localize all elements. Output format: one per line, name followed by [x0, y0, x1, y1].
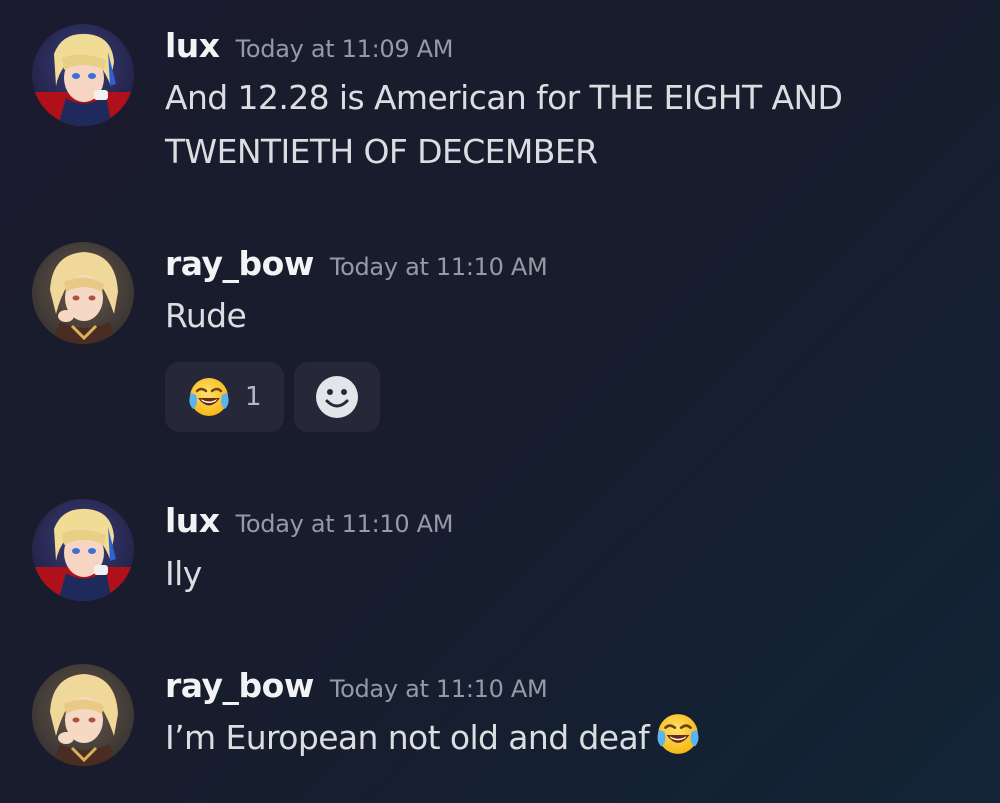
reaction-joy[interactable]: 1 [165, 362, 284, 432]
username[interactable]: lux [165, 26, 220, 65]
message-header: lux Today at 11:09 AM [165, 26, 454, 65]
message-content: Ily [165, 547, 985, 601]
avatar-ray-bow-image [32, 242, 134, 344]
timestamp[interactable]: Today at 11:10 AM [330, 675, 548, 703]
reaction-count: 1 [245, 382, 262, 412]
message-text-line: I’m European not old and deaf [165, 711, 985, 773]
username[interactable]: ray_bow [165, 244, 314, 283]
avatar-ray-bow[interactable] [32, 242, 134, 344]
add-reaction-button[interactable] [293, 362, 380, 432]
timestamp[interactable]: Today at 11:09 AM [236, 35, 454, 63]
message-header: lux Today at 11:10 AM [165, 501, 454, 540]
message-header: ray_bow Today at 11:10 AM [165, 244, 548, 283]
joy-emoji-icon [189, 378, 229, 416]
timestamp[interactable]: Today at 11:10 AM [236, 510, 454, 538]
add-reaction-smiley-icon [315, 376, 358, 418]
message-text: Rude [165, 296, 247, 335]
message-header: ray_bow Today at 11:10 AM [165, 666, 548, 705]
avatar-lux-image [32, 499, 134, 601]
avatar-lux[interactable] [32, 24, 134, 126]
joy-emoji-icon [653, 711, 703, 773]
username[interactable]: ray_bow [165, 666, 314, 705]
reaction-bar: 1 [165, 362, 380, 432]
avatar-lux-image [32, 24, 134, 126]
message-text-line: TWENTIETH OF DECEMBER [165, 132, 598, 171]
username[interactable]: lux [165, 501, 220, 540]
timestamp[interactable]: Today at 11:10 AM [330, 253, 548, 281]
message-content: I’m European not old and deaf [165, 711, 985, 773]
avatar-ray-bow[interactable] [32, 664, 134, 766]
message-content: Rude [165, 289, 985, 343]
avatar-ray-bow-image [32, 664, 134, 766]
avatar-lux[interactable] [32, 499, 134, 601]
message-text: I’m European not old and deaf [165, 718, 650, 757]
message-content: And 12.28 is American for THE EIGHT AND … [165, 71, 985, 179]
message-text-line: And 12.28 is American for THE EIGHT AND [165, 78, 843, 117]
message-text: Ily [165, 554, 202, 593]
